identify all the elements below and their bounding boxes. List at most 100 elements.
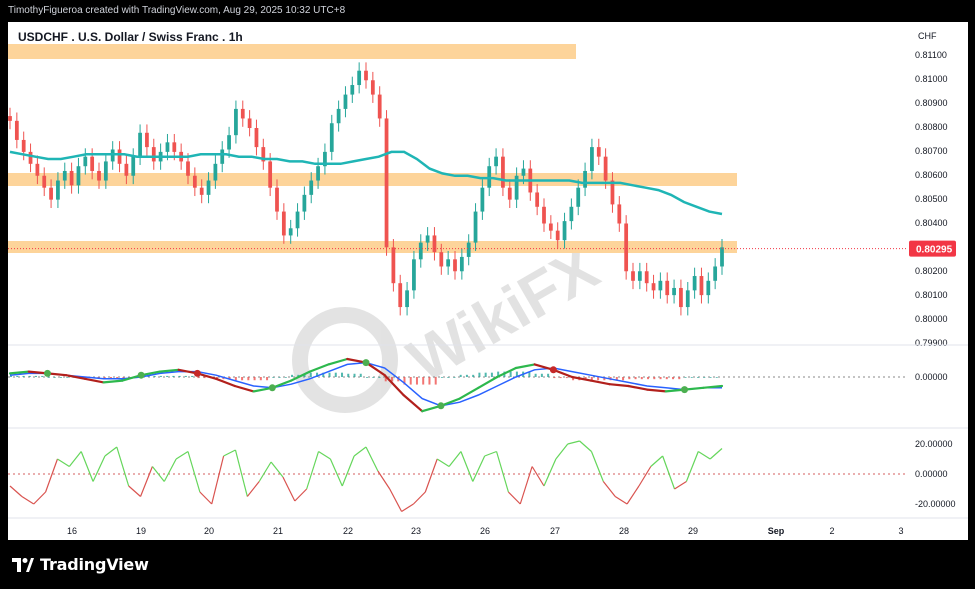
macd-histogram-bar xyxy=(372,377,375,378)
candle-body xyxy=(548,223,553,231)
osc-line-segment xyxy=(495,451,509,493)
price-tick-label: 0.80000 xyxy=(915,314,948,324)
price-tick-label: 0.80600 xyxy=(915,170,948,180)
macd-histogram-bar xyxy=(659,377,662,380)
candle-body xyxy=(97,170,101,181)
candle-body xyxy=(603,156,608,181)
macd-histogram-bar xyxy=(203,377,206,379)
candle-body xyxy=(213,163,218,181)
candle-body xyxy=(720,247,724,267)
osc-line-segment xyxy=(92,455,106,482)
candle-body xyxy=(138,132,142,157)
osc-tick-label: -20.00000 xyxy=(915,499,956,509)
macd-histogram-bar xyxy=(622,377,625,381)
price-axis[interactable]: CHF 0.81100 0.81000 0.80900 0.80800 0.80700 0.… xyxy=(8,31,968,519)
osc-line-segment xyxy=(353,446,367,457)
candle-body xyxy=(14,120,19,140)
macd-histogram-bar xyxy=(291,374,294,377)
candle-body xyxy=(685,290,690,308)
zone-top xyxy=(8,44,576,59)
macd-line-segment xyxy=(327,357,349,366)
macd-histogram-bar xyxy=(153,375,156,377)
osc-line-segment xyxy=(104,446,118,457)
candle-body xyxy=(384,118,389,248)
osc-line-segment xyxy=(638,466,652,487)
macd-histogram-bar xyxy=(241,377,244,381)
candle-body xyxy=(350,85,355,95)
macd-histogram-bar xyxy=(634,377,637,380)
macd-histogram-bar xyxy=(665,377,668,380)
macd-histogram-bar xyxy=(553,377,556,379)
macd-line-segment xyxy=(477,375,499,389)
candle-body xyxy=(336,108,341,124)
osc-line-segment xyxy=(472,455,486,482)
candle-body xyxy=(562,221,567,241)
macd-line-segment xyxy=(402,393,424,413)
osc-line-segment xyxy=(579,440,592,452)
osc-line-segment xyxy=(282,476,296,502)
price-tick-label: 0.80700 xyxy=(915,146,948,156)
time-tick-label: 19 xyxy=(136,526,146,536)
macd-histogram-bar xyxy=(415,377,418,385)
candle-body xyxy=(309,180,314,195)
osc-line-segment xyxy=(460,451,474,482)
macd-histogram-bar xyxy=(47,377,50,378)
macd-cross-dot xyxy=(137,371,145,379)
macd-cross-dot xyxy=(362,359,370,367)
macd-histogram-bar xyxy=(22,375,25,377)
osc-line-segment xyxy=(685,451,699,482)
price-tick-label: 0.81000 xyxy=(915,74,948,84)
candle-body xyxy=(631,271,635,281)
time-tick-label: 3 xyxy=(898,526,903,536)
tradingview-logo[interactable]: TradingView xyxy=(12,555,149,574)
time-tick-label: 22 xyxy=(343,526,353,536)
macd-histogram-bar xyxy=(197,377,200,379)
osc-line-segment xyxy=(531,466,545,487)
candle-body xyxy=(295,211,300,229)
candle-body xyxy=(329,123,334,152)
candle-body xyxy=(83,156,88,167)
osc-line-segment xyxy=(424,458,438,493)
macd-histogram-bar xyxy=(440,377,443,378)
chart-svg[interactable]: WikiFX CHF0.811000.810000.809000.808000.… xyxy=(0,0,975,589)
osc-line-segment xyxy=(567,440,580,445)
last-price-label: 0.80295 xyxy=(916,245,953,256)
macd-histogram-bar xyxy=(490,372,493,377)
candle-body xyxy=(439,252,444,267)
macd-histogram-bar xyxy=(478,372,481,377)
osc-line-segment xyxy=(306,451,320,490)
macd-line-segment xyxy=(83,377,105,384)
macd-histogram-bar xyxy=(172,375,175,377)
time-axis[interactable]: 16 19 20 21 22 23 26 27 28 29 Sep 2 3 xyxy=(67,526,904,536)
symbol-title[interactable]: USDCHF . U.S. Dollar / Swiss Franc . 1h xyxy=(18,30,243,44)
macd-histogram-bar xyxy=(690,377,693,378)
candle-body xyxy=(651,283,656,291)
macd-line-segment xyxy=(608,383,630,388)
candle-body xyxy=(637,271,642,281)
osc-line-segment xyxy=(448,451,462,467)
candle-body xyxy=(199,187,204,195)
osc-line-segment xyxy=(436,458,450,468)
macd-histogram-bar xyxy=(59,377,62,378)
osc-line-segment xyxy=(318,450,331,460)
candle-body xyxy=(247,118,252,129)
macd-histogram-bar xyxy=(559,377,562,379)
candle-body xyxy=(480,187,485,212)
osc-line-segment xyxy=(116,446,130,487)
macd-cross-dot xyxy=(549,366,557,374)
candle-body xyxy=(425,235,430,243)
macd-histogram-bar xyxy=(247,377,250,381)
macd-histogram-bar xyxy=(509,371,512,377)
macd-histogram-bar xyxy=(10,375,12,377)
candle-body xyxy=(494,156,498,167)
macd-histogram-bar xyxy=(159,375,162,377)
candle-body xyxy=(268,161,273,188)
macd-line-segment xyxy=(496,366,517,379)
candle-body xyxy=(446,259,451,267)
candle-body xyxy=(658,280,663,291)
candle-body xyxy=(220,149,225,164)
osc-line-segment xyxy=(709,448,723,460)
tradingview-logo-icon xyxy=(12,557,34,572)
macd-histogram-bar xyxy=(697,377,700,378)
macd-line-segment xyxy=(514,363,536,370)
